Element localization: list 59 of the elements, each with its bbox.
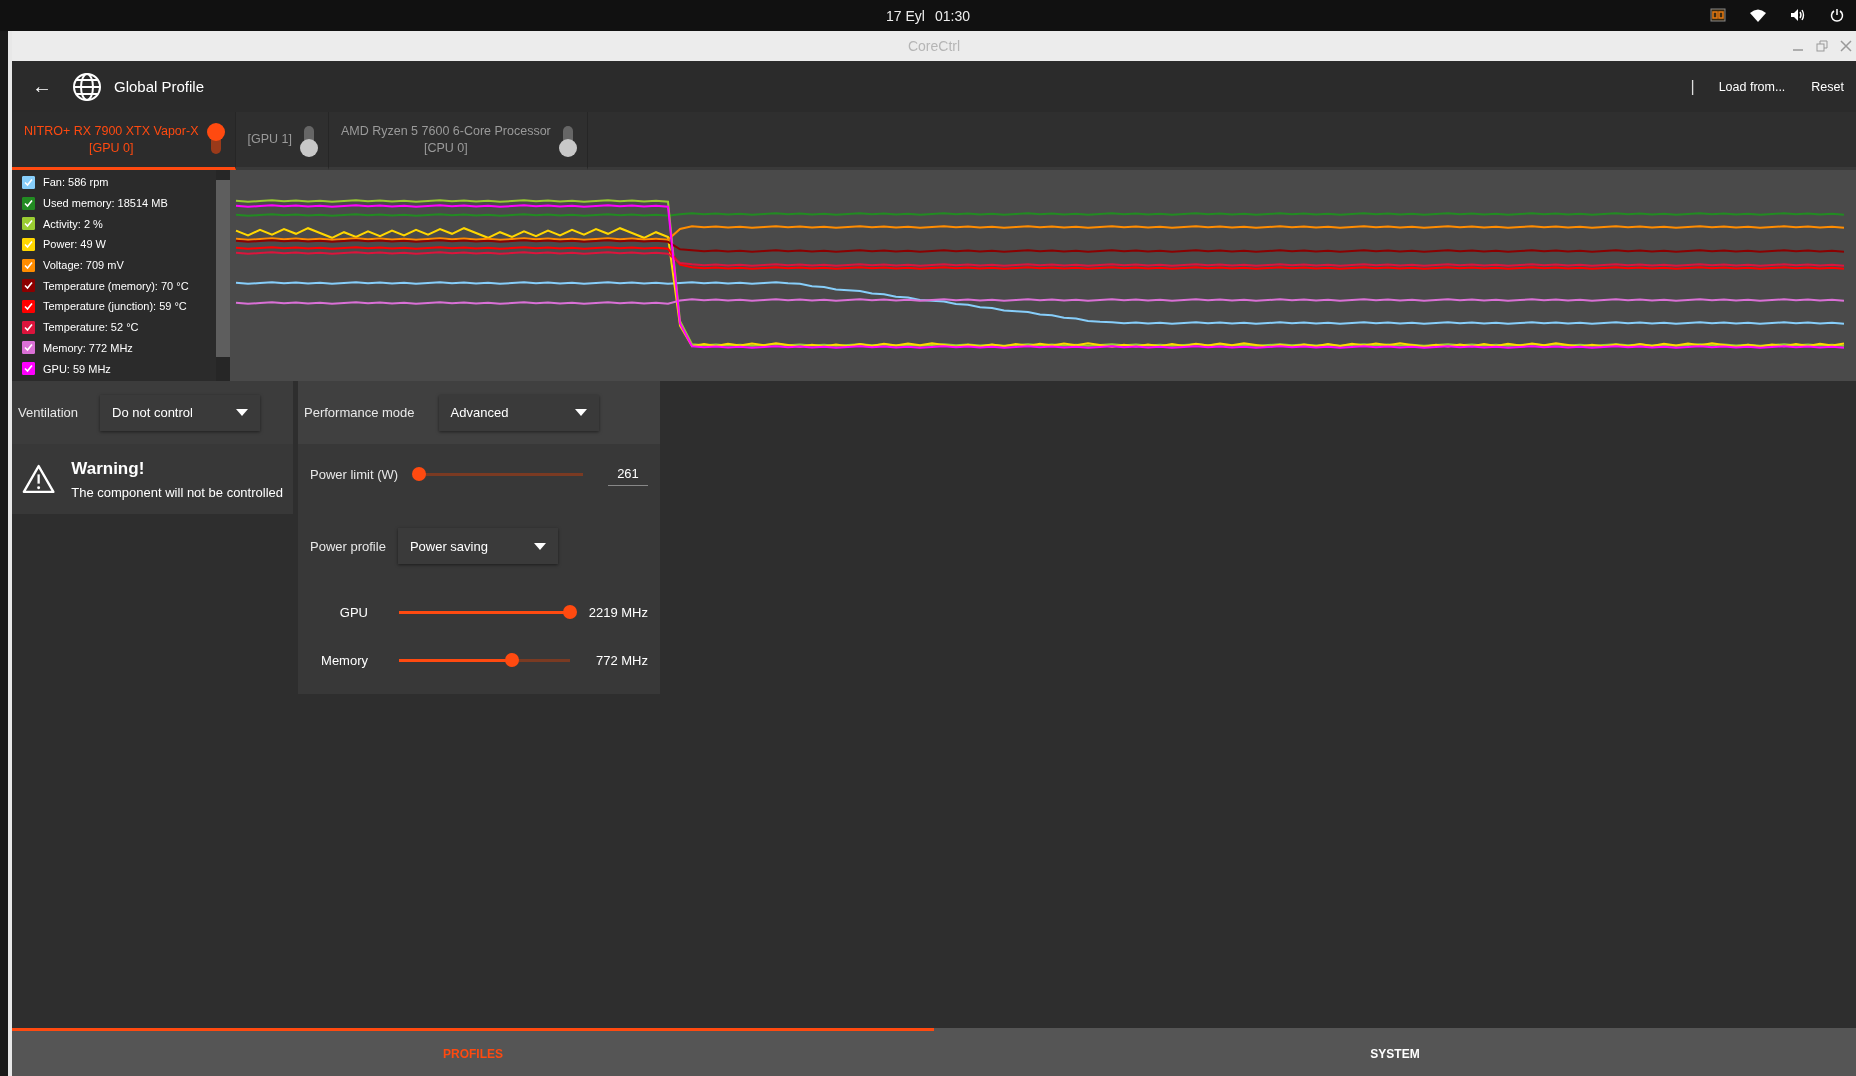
sensor-label: Temperature: 52 °C bbox=[43, 321, 139, 334]
number-field[interactable]: 261 bbox=[608, 462, 648, 486]
header-action-button[interactable]: Load from... bbox=[1712, 75, 1792, 98]
dropdown[interactable]: Do not control bbox=[100, 394, 260, 431]
wifi-icon[interactable] bbox=[1750, 8, 1766, 22]
dropdown[interactable]: Advanced bbox=[438, 394, 599, 431]
device-id: [GPU 1] bbox=[247, 131, 292, 148]
caret-icon bbox=[574, 409, 587, 416]
device-name: NITRO+ RX 7900 XTX Vapor-X bbox=[24, 122, 199, 140]
clock-reading: 772 MHz bbox=[594, 652, 648, 668]
sensor-label: Used memory: 18514 MB bbox=[43, 197, 168, 210]
separator-mark: | bbox=[1690, 77, 1695, 96]
checkbox[interactable] bbox=[22, 258, 35, 272]
sensor-label: GPU: 59 MHz bbox=[43, 362, 111, 375]
checkbox[interactable] bbox=[22, 320, 35, 334]
device-name: AMD Ryzen 5 7600 6-Core Processor bbox=[340, 122, 551, 140]
warning-text: The component will not be controlled bbox=[71, 484, 283, 500]
caret-icon bbox=[533, 542, 546, 550]
warning-title: Warning! bbox=[71, 458, 146, 479]
checkbox[interactable] bbox=[22, 299, 35, 313]
profile-title: Global Profile bbox=[114, 78, 205, 95]
slider-thumb[interactable] bbox=[412, 467, 427, 481]
slider-thumb[interactable] bbox=[563, 605, 577, 619]
device-tab[interactable]: NITRO+ RX 7900 XTX Vapor-X [GPU 0] bbox=[12, 112, 236, 170]
device-id: [CPU 0] bbox=[423, 139, 469, 157]
header-action-button[interactable]: Reset bbox=[1805, 75, 1850, 98]
date-text: 17 Eyl bbox=[886, 7, 925, 24]
globe-icon[interactable] bbox=[72, 71, 102, 102]
bottom-tab[interactable]: SYSTEM bbox=[934, 1028, 1856, 1076]
sensor-label: Temperature (junction): 59 °C bbox=[43, 300, 187, 313]
sensor-label: Voltage: 709 mV bbox=[43, 259, 124, 272]
sensor-label: Memory: 772 MHz bbox=[43, 341, 133, 354]
app-tray-icon[interactable] bbox=[1710, 8, 1726, 22]
checkbox[interactable] bbox=[22, 362, 35, 376]
slider-thumb[interactable] bbox=[504, 653, 519, 667]
field-label: Performance mode bbox=[304, 405, 415, 420]
power-icon[interactable] bbox=[1830, 8, 1844, 22]
checkbox[interactable] bbox=[22, 196, 35, 210]
caret-icon bbox=[236, 409, 248, 416]
back-button[interactable]: ← bbox=[26, 75, 58, 98]
field-label: Ventilation bbox=[18, 405, 78, 420]
device-id: [GPU 0] bbox=[88, 139, 135, 157]
checkbox[interactable] bbox=[22, 217, 35, 231]
field-label: Power profile bbox=[310, 538, 386, 554]
scrollbar[interactable] bbox=[216, 170, 230, 381]
clock-time: 01:30 bbox=[934, 7, 970, 24]
sensor-label: Power: 49 W bbox=[43, 238, 106, 251]
warning-icon bbox=[22, 463, 56, 495]
sensor-label: Temperature (memory): 70 °C bbox=[43, 279, 189, 292]
clock-reading: 2219 MHz bbox=[587, 604, 648, 620]
field-label: Power limit (W) bbox=[310, 466, 399, 482]
sensor-label: Activity: 2 % bbox=[43, 217, 103, 230]
sensor-label: Fan: 586 rpm bbox=[43, 176, 109, 189]
dropdown[interactable]: Power saving bbox=[397, 528, 558, 564]
checkbox[interactable] bbox=[22, 279, 35, 293]
field-label: Memory bbox=[320, 652, 368, 668]
field-label: GPU bbox=[338, 604, 368, 620]
checkbox[interactable] bbox=[22, 341, 35, 355]
volume-icon[interactable] bbox=[1790, 8, 1806, 22]
